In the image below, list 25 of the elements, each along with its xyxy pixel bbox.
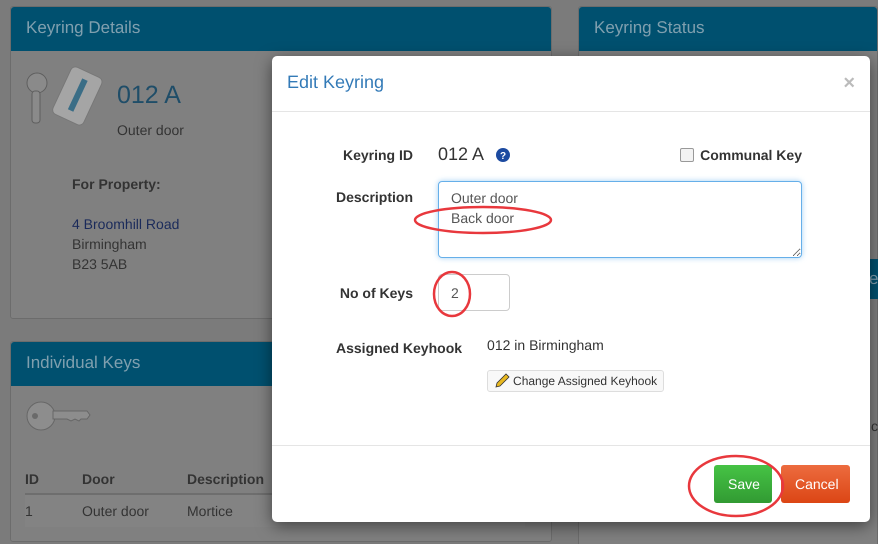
property-label: For Property: [72, 175, 162, 194]
keyring-id: 012 A [117, 81, 182, 110]
address-line: B23 5AB [72, 255, 128, 274]
panel-title: Keyring Status [579, 7, 877, 51]
address-line: Birmingham [72, 235, 148, 254]
pencil-icon [494, 373, 510, 389]
close-button[interactable]: × [843, 72, 855, 94]
field-label: Keyring ID [342, 146, 413, 165]
key-icon [25, 400, 91, 432]
checkbox-label: Communal Key [700, 146, 802, 162]
description-field[interactable]: Outer door Back door [438, 181, 802, 258]
change-keyhook-button[interactable]: Change Assigned Keyhook [487, 370, 664, 392]
table-cell: c [871, 418, 877, 434]
communal-key-checkbox[interactable] [680, 148, 694, 162]
dialog-title: Edit Keyring [287, 72, 384, 94]
keyring-description: Outer door [117, 122, 184, 138]
save-button[interactable]: Save [714, 465, 772, 503]
field-label: Assigned Keyhook [336, 339, 462, 358]
keyring-id-value: 012 A [438, 144, 484, 165]
help-icon[interactable]: ? [496, 148, 510, 162]
field-label: Description [334, 188, 413, 207]
keys-count-field[interactable]: 2 [438, 274, 510, 311]
field-label: No of Keys [338, 284, 413, 303]
cancel-button[interactable]: Cancel [781, 465, 850, 503]
panel-title: Keyring Details [11, 7, 551, 51]
